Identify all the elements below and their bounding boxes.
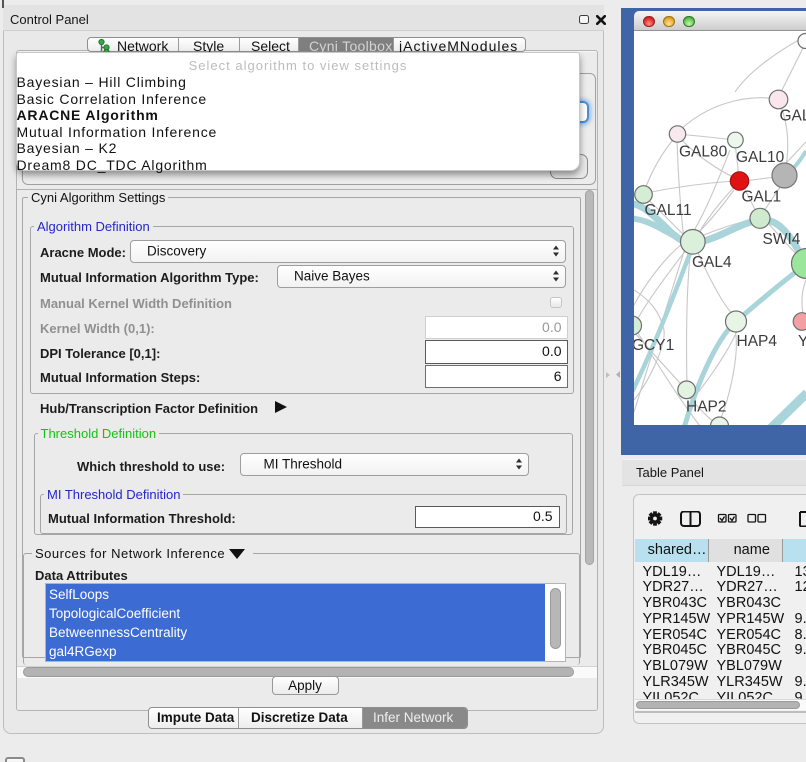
svg-text:GAL11: GAL11	[645, 202, 692, 219]
svg-text:GAL80: GAL80	[679, 144, 728, 161]
svg-text:GAL4: GAL4	[692, 254, 732, 271]
svg-text:GAL10: GAL10	[736, 149, 785, 166]
svg-text:SWI4: SWI4	[763, 231, 801, 248]
svg-text:YM: YM	[798, 333, 806, 350]
svg-text:GAL7: GAL7	[780, 108, 806, 125]
svg-text:HAP2: HAP2	[686, 399, 727, 416]
svg-text:GAL1: GAL1	[742, 189, 782, 206]
svg-text:HAP4: HAP4	[737, 333, 778, 350]
svg-text:GCY1: GCY1	[634, 337, 674, 354]
